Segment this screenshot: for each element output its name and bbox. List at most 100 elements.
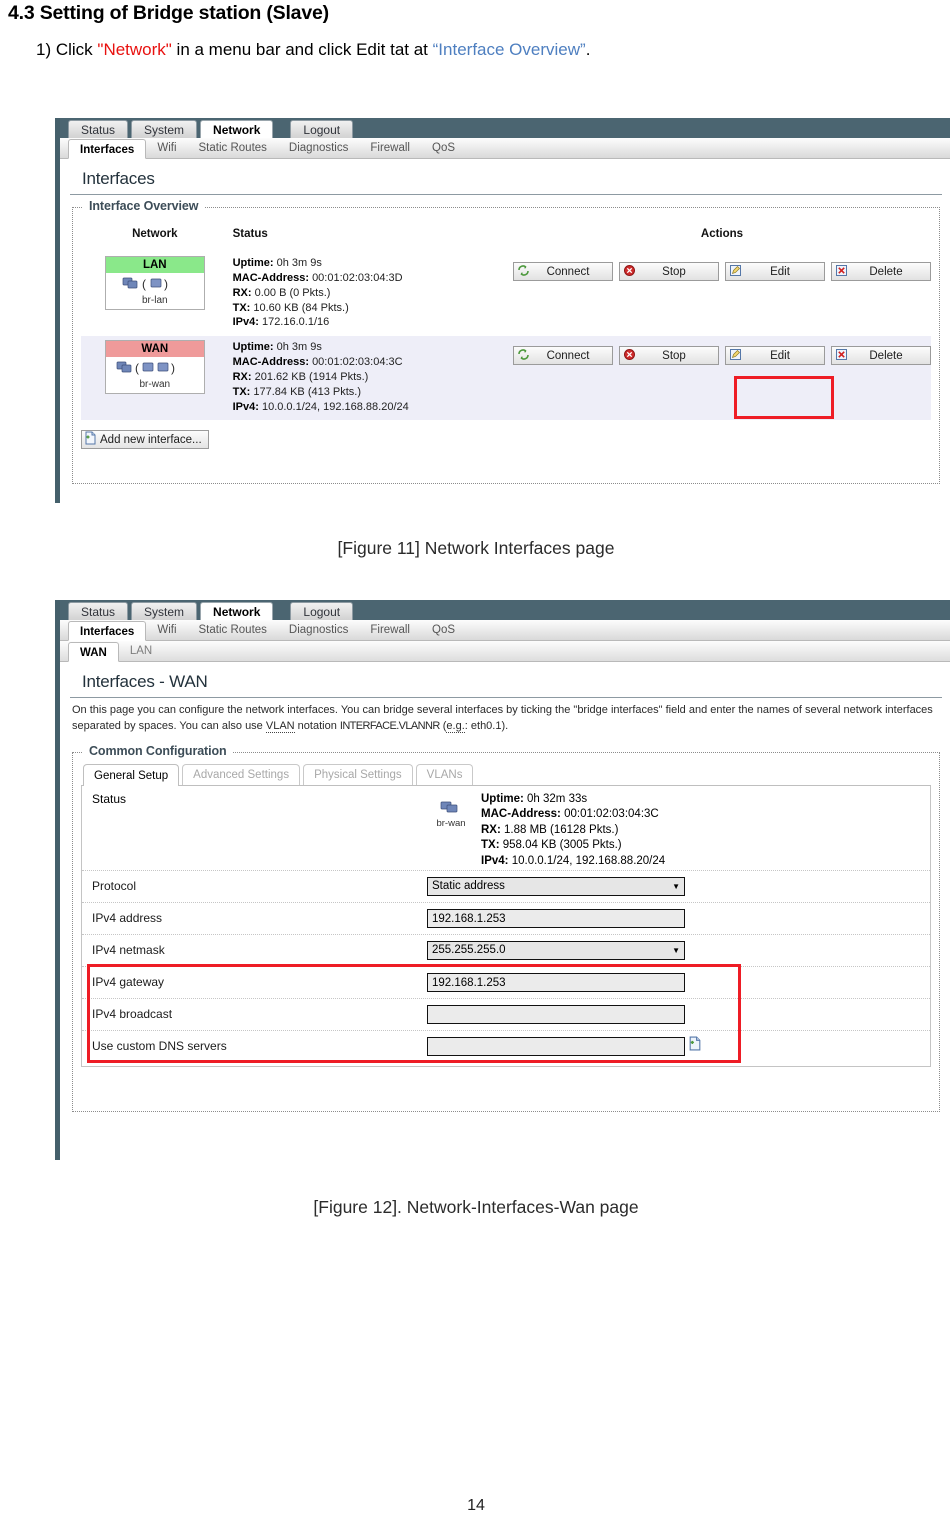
sub-tab-firewall[interactable]: Firewall (359, 138, 421, 158)
lan-uptime-value: 0h 3m 9s (276, 257, 322, 269)
interface-overview-legend: Interface Overview (83, 199, 205, 213)
sub-tab-diagnostics[interactable]: Diagnostics (278, 620, 359, 640)
status-ipv4-value: 10.0.0.1/24, 192.168.88.20/24 (511, 854, 666, 867)
network-sub-tab-bar: Interfaces Wifi Static Routes Diagnostic… (60, 138, 950, 159)
lan-connect-button[interactable]: Connect (513, 262, 613, 281)
network-bridge-icon: ( ) (106, 357, 204, 379)
step-instruction: 1) Click "Network" in a menu bar and cli… (36, 40, 590, 60)
wan-edit-button[interactable]: Edit (725, 346, 825, 366)
ipv4-netmask-select[interactable]: 255.255.255.0 ▼ (427, 940, 685, 960)
ipv4-netmask-row: IPv4 netmask 255.255.255.0 ▼ (82, 933, 930, 966)
ipv4-address-input[interactable]: 192.168.1.253 (427, 908, 685, 928)
sub-tab-interfaces[interactable]: Interfaces (68, 139, 147, 159)
lan-delete-label: Delete (869, 265, 903, 278)
lan-rx-value: 0.00 B (0 Pkts.) (254, 286, 331, 299)
ipv4-address-row: IPv4 address 192.168.1.253 (82, 901, 930, 934)
status-mac-label: MAC-Address: (481, 808, 561, 821)
sub-tab-wifi[interactable]: Wifi (146, 138, 187, 158)
sub-tab-static-routes[interactable]: Static Routes (188, 620, 278, 640)
sub-tab-qos[interactable]: QoS (421, 620, 466, 640)
lan-mac-value: 00:01:02:03:04:3D (312, 271, 403, 284)
interface-overview-table: Network Status Actions LAN () br-lan Up… (81, 220, 931, 421)
ipv4-address-label: IPv4 address (92, 911, 163, 926)
lan-stop-button[interactable]: Stop (619, 262, 719, 281)
status-uptime-label: Uptime: (481, 792, 524, 805)
desc-vlan-term: VLAN (265, 719, 295, 733)
config-tab-advanced-settings[interactable]: Advanced Settings (182, 763, 301, 785)
sub-tab-diagnostics[interactable]: Diagnostics (278, 138, 359, 158)
delete-icon (835, 264, 848, 280)
config-tab-general-setup[interactable]: General Setup (83, 763, 180, 786)
column-header-network: Network (132, 228, 178, 240)
lan-tx-label: TX: (232, 301, 251, 314)
menu-tab-logout[interactable]: Logout (290, 602, 354, 620)
network-bridge-icon: ( ) (106, 273, 204, 295)
desc-part-4: : eth0.1). (464, 719, 509, 732)
lan-ipv4-value: 172.16.0.1/16 (261, 316, 330, 329)
protocol-select[interactable]: Static address ▼ (427, 876, 685, 896)
config-panel: Status br-wan Uptime: 0h 32m 33s MAC-Add… (81, 785, 931, 1067)
config-tab-physical-settings[interactable]: Physical Settings (303, 763, 413, 785)
menu-tab-system[interactable]: System (131, 602, 198, 620)
protocol-row: Protocol Static address ▼ (82, 869, 930, 902)
lan-actions-cell: Connect Stop Edit Delete (513, 252, 931, 336)
custom-dns-input[interactable] (427, 1036, 685, 1056)
protocol-label: Protocol (92, 879, 137, 894)
lan-rx-label: RX: (232, 286, 252, 299)
sub-tab-static-routes[interactable]: Static Routes (188, 138, 278, 158)
config-tab-vlans[interactable]: VLANs (415, 763, 474, 785)
svg-text:(: ( (142, 277, 146, 291)
wan-stop-button[interactable]: Stop (619, 346, 719, 366)
menu-tab-status[interactable]: Status (68, 120, 129, 138)
menu-tab-system[interactable]: System (131, 120, 198, 138)
ipv4-gateway-label: IPv4 gateway (92, 975, 165, 990)
menu-tab-status[interactable]: Status (68, 602, 129, 620)
interface-overview-fieldset: Interface Overview Network Status Action… (72, 199, 940, 484)
iface-tab-wan[interactable]: WAN (68, 642, 119, 662)
lan-delete-button[interactable]: Delete (831, 262, 931, 281)
sub-tab-firewall[interactable]: Firewall (359, 620, 421, 640)
add-dns-server-icon[interactable] (688, 1036, 702, 1056)
custom-dns-label: Use custom DNS servers (92, 1039, 227, 1054)
wan-status-cell: Uptime: 0h 3m 9s MAC-Address: 00:01:02:0… (228, 336, 513, 421)
network-bridge-icon (438, 801, 464, 818)
menu-tab-network[interactable]: Network (200, 120, 274, 138)
edit-icon (729, 348, 742, 364)
page-number: 14 (467, 1497, 485, 1514)
sub-tab-interfaces[interactable]: Interfaces (68, 621, 147, 641)
page-description: On this page you can configure the netwo… (60, 698, 950, 738)
menu-tab-network[interactable]: Network (200, 602, 274, 620)
menu-tab-logout[interactable]: Logout (290, 120, 354, 138)
lan-badge-label: LAN (105, 257, 204, 273)
lan-connect-label: Connect (546, 265, 590, 278)
lan-interface-badge[interactable]: LAN () br-lan (104, 256, 205, 310)
lan-edit-button[interactable]: Edit (725, 262, 825, 281)
connect-icon (517, 264, 530, 280)
wan-device-name: br-wan (436, 817, 466, 829)
wan-interface-badge[interactable]: WAN () br-wan (104, 340, 205, 395)
figure11-screenshot: Status System Network Logout Interfaces … (55, 118, 950, 503)
wan-uptime-value: 0h 3m 9s (276, 341, 322, 354)
ipv4-netmask-label: IPv4 netmask (92, 943, 165, 958)
ipv4-broadcast-label: IPv4 broadcast (92, 1007, 173, 1022)
status-ipv4-label: IPv4: (481, 854, 509, 867)
table-row: LAN () br-lan Uptime: 0h 3m 9s MAC-Addr… (81, 252, 931, 336)
iface-tab-lan[interactable]: LAN (119, 641, 163, 661)
sub-tab-wifi[interactable]: Wifi (146, 620, 187, 640)
wan-device-cell: br-wan (427, 792, 475, 829)
add-new-interface-button[interactable]: Add new interface... (81, 430, 209, 450)
step-suffix: . (585, 40, 591, 59)
wan-connect-button[interactable]: Connect (513, 346, 613, 366)
section-heading: 4.3 Setting of Bridge station (Slave) (8, 2, 329, 24)
lan-tx-value: 10.60 KB (84 Pkts.) (253, 301, 349, 314)
sub-tab-qos[interactable]: QoS (421, 138, 466, 158)
wan-ipv4-value: 10.0.0.1/24, 192.168.88.20/24 (261, 400, 409, 413)
ipv4-gateway-input[interactable]: 192.168.1.253 (427, 972, 685, 992)
wan-delete-button[interactable]: Delete (831, 346, 931, 366)
status-uptime-value: 0h 32m 33s (527, 792, 588, 805)
desc-part-2: notation (294, 719, 340, 732)
wan-uptime-label: Uptime: (232, 341, 274, 354)
wan-status-info: Uptime: 0h 32m 33s MAC-Address: 00:01:02… (475, 792, 665, 870)
status-tx-label: TX: (481, 839, 500, 852)
ipv4-broadcast-input[interactable] (427, 1004, 685, 1024)
